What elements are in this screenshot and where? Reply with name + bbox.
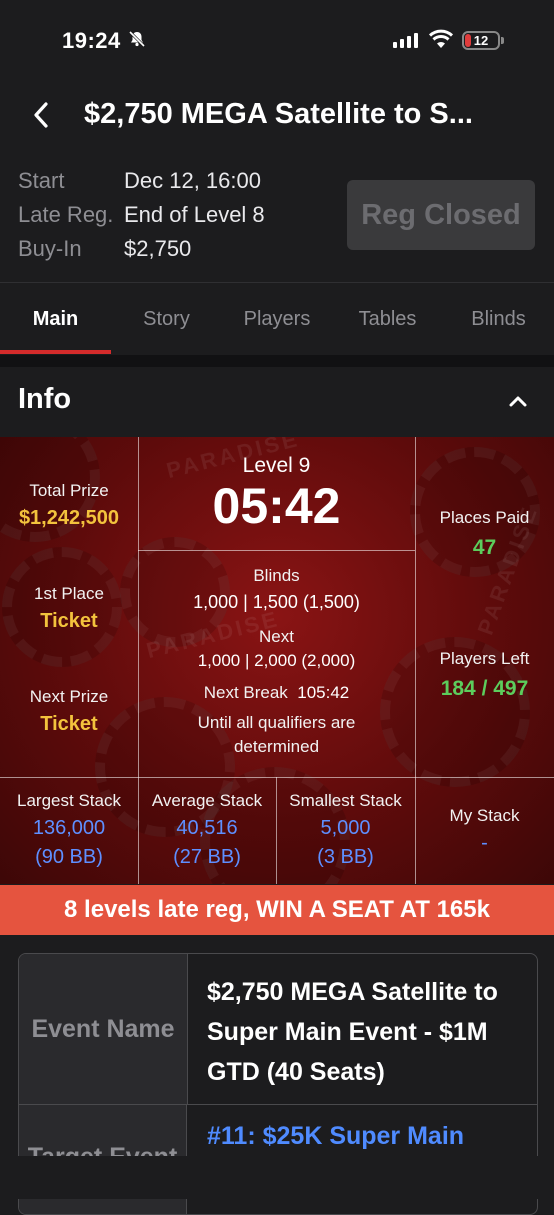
tab-blinds[interactable]: Blinds	[443, 283, 554, 355]
first-place-cell: 1st Place Ticket	[0, 584, 138, 633]
largest-stack-label: Largest Stack	[17, 791, 121, 810]
late-reg-banner: 8 levels late reg, WIN A SEAT AT 165k	[0, 885, 554, 935]
event-name-label: Event Name	[19, 954, 188, 1105]
my-stack-cell: My Stack -	[415, 806, 554, 855]
reg-closed-button[interactable]: Reg Closed	[347, 180, 535, 250]
blinds-cell: Blinds 1,000 | 1,500 (1,500) Next 1,000 …	[138, 566, 415, 759]
next-break-value: 105:42	[297, 683, 350, 702]
tournament-meta: Start Dec 12, 16:00 Late Reg. End of Lev…	[18, 166, 265, 268]
meta-label: Buy-In	[18, 236, 82, 261]
average-stack-bb: (27 BB)	[173, 846, 241, 868]
total-prize-cell: Total Prize $1,242,500	[0, 481, 138, 530]
meta-value: $2,750	[124, 236, 192, 261]
my-stack-label: My Stack	[449, 806, 520, 825]
blinds-label: Blinds	[253, 566, 300, 585]
meta-row-late-reg: Late Reg. End of Level 8	[18, 200, 265, 234]
next-blinds-label: Next	[259, 627, 294, 646]
tab-main[interactable]: Main	[0, 283, 111, 355]
level-label: Level 9	[242, 454, 311, 477]
active-tab-indicator	[0, 350, 111, 354]
status-time: 19:24	[62, 28, 121, 53]
meta-row-start: Start Dec 12, 16:00	[18, 166, 265, 200]
grid-line	[0, 777, 554, 778]
battery-icon: 12	[462, 31, 500, 50]
largest-stack-value: 136,000	[32, 817, 106, 839]
event-name-value: $2,750 MEGA Satellite to Super Main Even…	[207, 978, 498, 1086]
level-clock-cell: Level 9 05:42	[138, 454, 415, 534]
tab-bar: Main Story Players Tables Blinds	[0, 283, 554, 355]
meta-value: Dec 12, 16:00	[124, 168, 261, 193]
meta-label: Late Reg.	[18, 202, 114, 227]
places-paid-cell: Places Paid 47	[415, 508, 554, 560]
cellular-signal-icon	[393, 32, 418, 48]
average-stack-cell: Average Stack 40,516 (27 BB)	[138, 791, 276, 869]
break-note: Until all qualifiers are determined	[197, 713, 356, 756]
smallest-stack-cell: Smallest Stack 5,000 (3 BB)	[276, 791, 415, 869]
section-gap	[0, 355, 554, 367]
total-prize-label: Total Prize	[29, 481, 109, 500]
battery-level: 12	[473, 33, 489, 48]
next-prize-label: Next Prize	[29, 687, 109, 706]
meta-row-buy-in: Buy-In $2,750	[18, 234, 265, 268]
page-header: $2,750 MEGA Satellite to S...	[0, 92, 554, 142]
info-title: Info	[18, 383, 72, 415]
next-break: Next Break 105:42	[138, 683, 415, 703]
info-section-header[interactable]: Info	[0, 367, 554, 437]
players-left-cell: Players Left 184 / 497	[415, 649, 554, 701]
next-prize-cell: Next Prize Ticket	[0, 687, 138, 736]
smallest-stack-label: Smallest Stack	[289, 791, 402, 810]
wifi-icon	[428, 28, 454, 55]
players-left-label: Players Left	[439, 649, 530, 668]
grid-line	[138, 550, 415, 551]
tab-story[interactable]: Story	[111, 283, 222, 355]
bottom-bar	[0, 1156, 554, 1199]
chevron-up-icon[interactable]	[504, 387, 532, 415]
target-event-link[interactable]: #11: $25K Super Main	[207, 1122, 464, 1151]
smallest-stack-value: 5,000	[320, 817, 371, 839]
largest-stack-cell: Largest Stack 136,000 (90 BB)	[0, 791, 138, 869]
status-bar: 19:24 12	[0, 0, 554, 82]
meta-label: Start	[18, 168, 65, 193]
meta-value: End of Level 8	[124, 202, 265, 227]
players-left-value: 184 / 497	[440, 677, 529, 700]
tab-tables[interactable]: Tables	[332, 283, 443, 355]
back-chevron-icon[interactable]	[28, 98, 56, 132]
table-divider	[187, 1104, 537, 1105]
next-blinds-value: 1,000 | 2,000 (2,000)	[197, 651, 356, 670]
next-break-label: Next Break	[203, 683, 288, 702]
level-clock: 05:42	[212, 478, 341, 534]
tab-players[interactable]: Players	[222, 283, 332, 355]
tournament-info-panel: PARADISE PARADISE PARADISE Total Prize $…	[0, 437, 554, 884]
next-prize-value: Ticket	[40, 713, 98, 735]
average-stack-label: Average Stack	[151, 791, 263, 810]
places-paid-value: 47	[472, 536, 497, 559]
first-place-value: Ticket	[40, 610, 98, 632]
my-stack-value: -	[481, 832, 488, 854]
blinds-value: 1,000 | 1,500 (1,500)	[193, 592, 360, 612]
average-stack-value: 40,516	[176, 817, 238, 839]
bell-muted-icon	[128, 30, 146, 53]
total-prize-value: $1,242,500	[18, 507, 120, 529]
largest-stack-bb: (90 BB)	[35, 846, 103, 868]
first-place-label: 1st Place	[34, 584, 104, 603]
page-title: $2,750 MEGA Satellite to S...	[84, 98, 473, 130]
smallest-stack-bb: (3 BB)	[317, 846, 374, 868]
places-paid-label: Places Paid	[439, 508, 530, 527]
